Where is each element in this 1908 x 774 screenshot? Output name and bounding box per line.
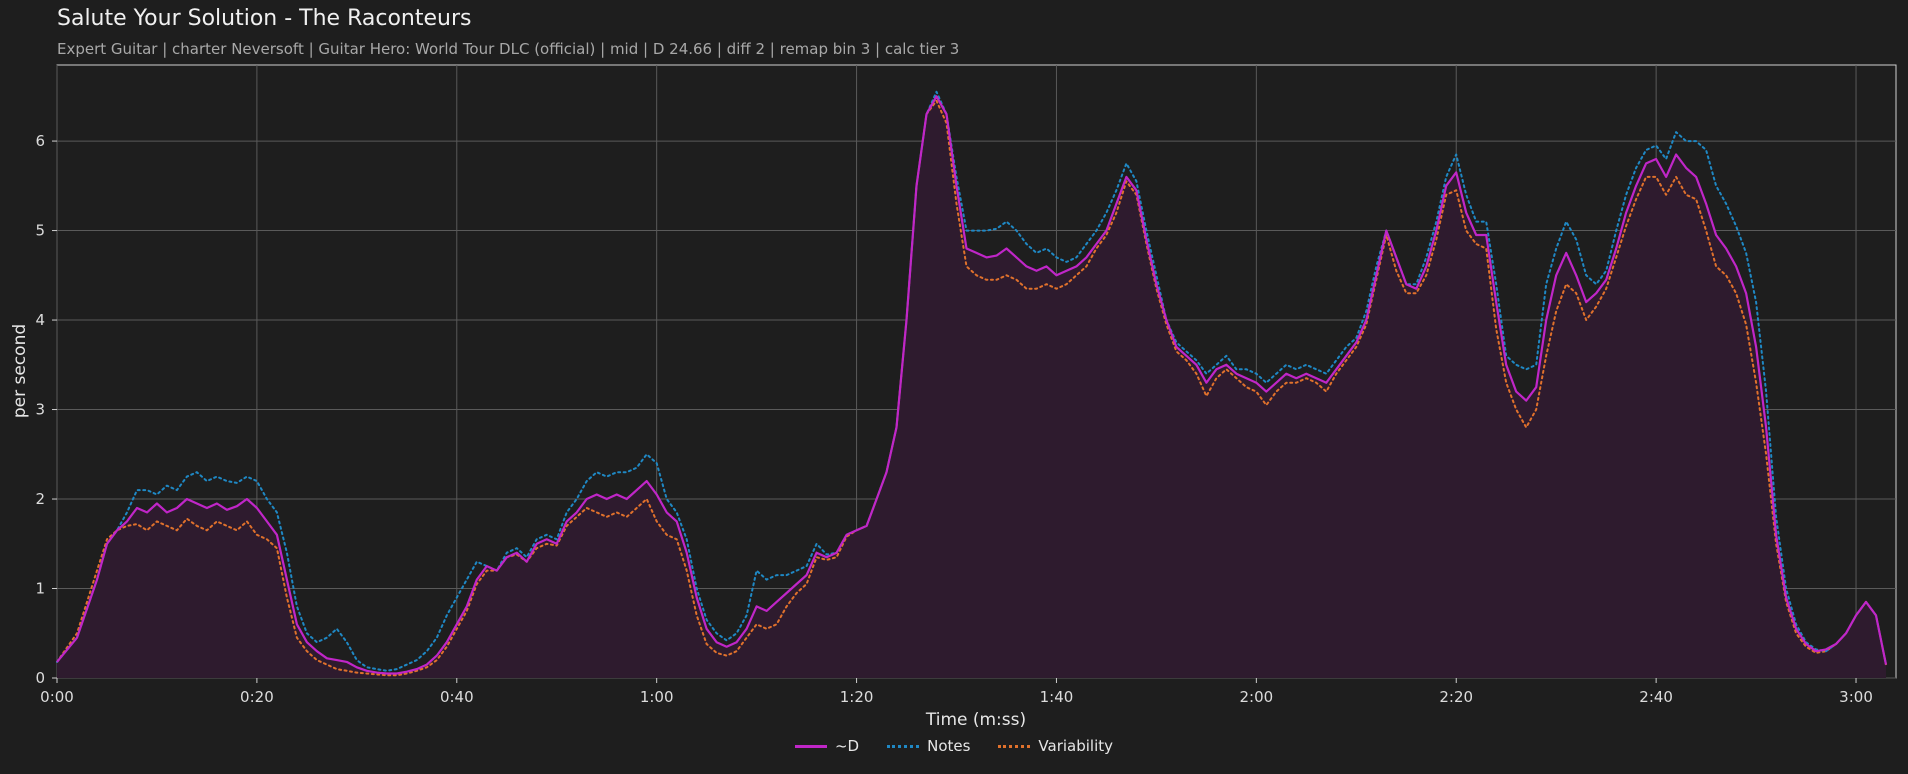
legend-label-notes: Notes (927, 737, 971, 755)
legend-swatch-variability (998, 744, 1031, 748)
y-tick-label: 3 (35, 401, 45, 419)
x-tick-label: 2:00 (1240, 688, 1274, 706)
difficulty-chart: 0:00 0:20 0:40 1:00 1:20 1:40 2:00 2:20 2:40 3:00… (10, 64, 1897, 730)
y-tick-label: 5 (35, 222, 45, 240)
y-tick-label: 4 (35, 311, 45, 329)
x-tick-label: 2:40 (1639, 688, 1673, 706)
x-tick-label: 0:00 (40, 688, 74, 706)
x-axis-label: Time (m:ss) (925, 710, 1026, 730)
y-tick-label: 2 (35, 490, 45, 508)
legend-item-notes: Notes (887, 737, 970, 755)
x-tick-label: 1:00 (640, 688, 674, 706)
legend-label-variability: Variability (1038, 737, 1114, 755)
y-tick-label: 0 (35, 669, 45, 687)
x-tick-label: 3:00 (1839, 688, 1873, 706)
legend-item-d: ~D (794, 737, 860, 755)
legend-swatch-notes (887, 744, 920, 748)
y-axis-label: per second (10, 324, 30, 418)
x-tick-label: 0:20 (240, 688, 274, 706)
x-tick-label: 1:20 (840, 688, 874, 706)
legend-label-d: ~D (834, 737, 860, 755)
x-tick-label: 1:40 (1040, 688, 1074, 706)
y-axis-ticks: 0 1 2 3 4 5 6 (35, 132, 57, 687)
x-tick-label: 0:40 (440, 688, 474, 706)
x-tick-label: 2:20 (1439, 688, 1473, 706)
x-axis-ticks: 0:00 0:20 0:40 1:00 1:20 1:40 2:00 2:20 2:40 3:00 (40, 678, 1873, 706)
legend-item-variability: Variability (998, 737, 1113, 755)
legend-swatch-d (794, 744, 827, 748)
legend: ~D Notes Variability (0, 737, 1908, 755)
y-tick-label: 1 (35, 580, 45, 598)
y-tick-label: 6 (35, 132, 45, 150)
